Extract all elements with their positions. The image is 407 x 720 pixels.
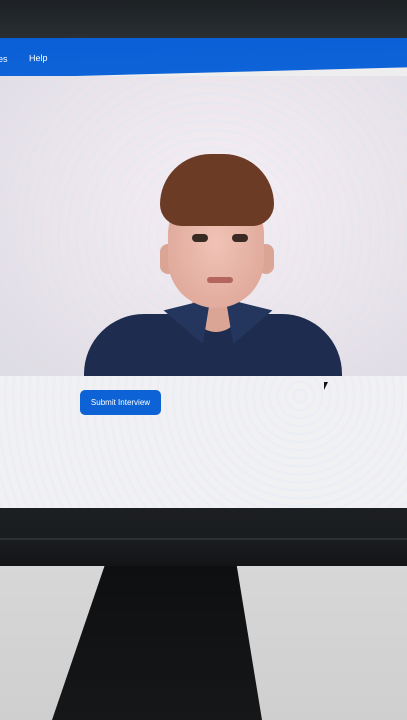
screen-moire-lower bbox=[0, 376, 407, 508]
monitor-bottom-bezel bbox=[0, 508, 407, 566]
nav-item-help[interactable]: Help bbox=[29, 53, 48, 63]
avatar-hair bbox=[160, 154, 274, 226]
avatar-eye-right bbox=[232, 234, 248, 242]
monitor-top-bezel bbox=[0, 0, 407, 40]
content-area bbox=[0, 376, 407, 508]
mouse-cursor-icon bbox=[324, 382, 332, 390]
avatar-eye-left bbox=[192, 234, 208, 242]
bezel-line bbox=[0, 538, 407, 540]
submit-interview-button[interactable]: Submit Interview bbox=[80, 390, 161, 415]
avatar-mouth bbox=[207, 277, 233, 283]
avatar-person bbox=[80, 154, 345, 454]
avatar-video bbox=[0, 76, 407, 454]
nav-item-partial[interactable]: es bbox=[0, 54, 8, 64]
monitor-screen: es Help Submit Interview bbox=[0, 38, 407, 508]
top-navbar: es Help bbox=[0, 38, 407, 78]
